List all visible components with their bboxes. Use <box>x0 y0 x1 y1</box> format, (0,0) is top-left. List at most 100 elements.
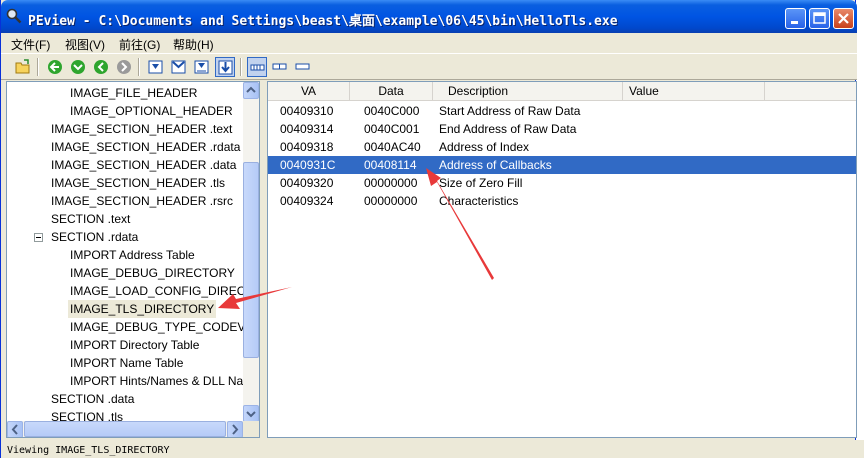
cell-data: 00000000 <box>364 194 418 208</box>
cell-va: 00409324 <box>280 194 334 208</box>
scroll-right-button[interactable] <box>227 421 243 437</box>
tree-node-expanded[interactable]: SECTION .rdata <box>51 228 138 246</box>
tree-node[interactable]: IMPORT Directory Table <box>70 336 199 354</box>
toolbar-separator <box>138 58 140 76</box>
tree-node[interactable]: IMAGE_FILE_HEADER <box>70 84 197 102</box>
table-row-selected[interactable]: 0040931C 00408114 Address of Callbacks <box>268 156 856 174</box>
view-word-button[interactable] <box>270 57 290 77</box>
table-row[interactable]: 00409318 0040AC40 Address of Index <box>268 138 856 156</box>
section-icon-3 <box>194 60 209 74</box>
cell-va: 0040931C <box>280 158 336 172</box>
list-header: VA Data Description Value <box>268 82 856 101</box>
chevron-left-icon <box>11 424 18 435</box>
previous-button[interactable] <box>91 57 111 77</box>
view-byte-button[interactable] <box>247 57 267 77</box>
table-row[interactable]: 00409314 0040C001 End Address of Raw Dat… <box>268 120 856 138</box>
table-row[interactable]: 00409320 00000000 Size of Zero Fill <box>268 174 856 192</box>
scroll-left-button[interactable] <box>7 421 23 437</box>
tree-vertical-scrollbar[interactable] <box>243 82 259 422</box>
cell-va: 00409320 <box>280 176 334 190</box>
menu-view[interactable]: 视图(V) <box>65 36 105 53</box>
menu-bar: 文件(F) 视图(V) 前往(G) 帮助(H) <box>1 33 857 53</box>
tree-horizontal-scrollbar[interactable] <box>7 421 243 437</box>
scroll-down-button[interactable] <box>243 405 259 422</box>
tree-pane[interactable]: IMAGE_FILE_HEADER IMAGE_OPTIONAL_HEADER … <box>6 81 260 438</box>
tree-node[interactable]: SECTION .text <box>51 210 130 228</box>
minimize-icon <box>791 21 798 24</box>
cell-data: 0040C000 <box>364 104 420 118</box>
scroll-corner <box>243 421 259 437</box>
tree-node[interactable]: IMAGE_SECTION_HEADER .data <box>51 156 236 174</box>
cell-description: Address of Index <box>439 140 530 154</box>
tree-node[interactable]: IMPORT Hints/Names & DLL Names <box>70 372 259 390</box>
menu-help[interactable]: 帮助(H) <box>173 36 214 53</box>
section-button-1[interactable] <box>146 57 166 77</box>
toolbar-separator <box>240 58 242 76</box>
section-button-3[interactable] <box>192 57 212 77</box>
status-text: Viewing IMAGE_TLS_DIRECTORY <box>7 445 170 456</box>
back-icon <box>48 60 62 74</box>
chevron-down-icon <box>246 411 256 418</box>
close-button[interactable] <box>833 8 854 29</box>
forward-button[interactable] <box>68 57 88 77</box>
open-file-button[interactable] <box>13 57 33 77</box>
tree-node[interactable]: SECTION .data <box>51 390 134 408</box>
scroll-up-button[interactable] <box>243 82 259 99</box>
detail-list[interactable]: VA Data Description Value 00409310 0040C… <box>267 81 857 438</box>
back-button[interactable] <box>45 57 65 77</box>
tree-node[interactable]: IMAGE_SECTION_HEADER .text <box>51 120 232 138</box>
toolbar-separator <box>37 58 39 76</box>
next-button[interactable] <box>114 57 134 77</box>
view-dword-button[interactable] <box>293 57 313 77</box>
cell-data: 00000000 <box>364 176 418 190</box>
menu-go[interactable]: 前往(G) <box>119 36 160 53</box>
section-button-4[interactable] <box>215 57 235 77</box>
column-header-va[interactable]: VA <box>268 82 350 100</box>
scroll-thumb[interactable] <box>24 421 226 437</box>
tree-node[interactable]: IMAGE_DEBUG_DIRECTORY <box>70 264 235 282</box>
cell-data: 0040C001 <box>364 122 420 136</box>
column-header-value[interactable]: Value <box>623 82 765 100</box>
tree-node[interactable]: IMPORT Name Table <box>70 354 183 372</box>
cell-description: End Address of Raw Data <box>439 122 577 136</box>
close-icon <box>838 13 849 24</box>
tree-node[interactable]: IMAGE_SECTION_HEADER .tls <box>51 174 225 192</box>
minimize-button[interactable] <box>785 8 806 29</box>
column-header-description[interactable]: Description <box>433 82 623 100</box>
tree-node[interactable]: IMAGE_LOAD_CONFIG_DIRECTORY <box>70 282 259 300</box>
chevron-right-icon <box>232 424 239 435</box>
scroll-thumb[interactable] <box>243 162 259 358</box>
cell-data: 0040AC40 <box>364 140 421 154</box>
cell-description: Address of Callbacks <box>439 158 552 172</box>
cell-va: 00409310 <box>280 104 334 118</box>
toolbar <box>1 53 857 80</box>
cell-va: 00409318 <box>280 140 334 154</box>
tree-node[interactable]: IMAGE_OPTIONAL_HEADER <box>70 102 233 120</box>
section-icon-4 <box>218 60 233 75</box>
tree-node-selected[interactable]: IMAGE_TLS_DIRECTORY <box>68 300 217 318</box>
maximize-button[interactable] <box>809 8 830 29</box>
section-icon-1 <box>148 60 163 74</box>
menu-file[interactable]: 文件(F) <box>11 36 50 53</box>
view-dword-icon <box>295 63 310 70</box>
cell-description: Characteristics <box>439 194 519 208</box>
cell-description: Start Address of Raw Data <box>439 104 581 118</box>
section-button-2[interactable] <box>169 57 189 77</box>
forward-icon <box>71 60 85 74</box>
magnifier-icon <box>6 8 22 24</box>
section-icon-2 <box>171 60 186 74</box>
tree-node[interactable]: IMPORT Address Table <box>70 246 195 264</box>
tree-node[interactable]: IMAGE_SECTION_HEADER .rdata <box>51 138 240 156</box>
collapse-icon[interactable] <box>34 233 43 242</box>
tree-node[interactable]: IMAGE_SECTION_HEADER .rsrc <box>51 192 233 210</box>
title-bar[interactable]: PEview - C:\Documents and Settings\beast… <box>1 0 857 33</box>
window-title: PEview - C:\Documents and Settings\beast… <box>28 14 618 29</box>
next-icon <box>117 60 131 74</box>
maximize-icon <box>813 12 826 24</box>
column-header-data[interactable]: Data <box>350 82 433 100</box>
table-row[interactable]: 00409310 0040C000 Start Address of Raw D… <box>268 102 856 120</box>
view-word-icon <box>272 63 287 70</box>
table-row[interactable]: 00409324 00000000 Characteristics <box>268 192 856 210</box>
cell-va: 00409314 <box>280 122 334 136</box>
tree-node[interactable]: IMAGE_DEBUG_TYPE_CODEVIEW <box>70 318 259 336</box>
